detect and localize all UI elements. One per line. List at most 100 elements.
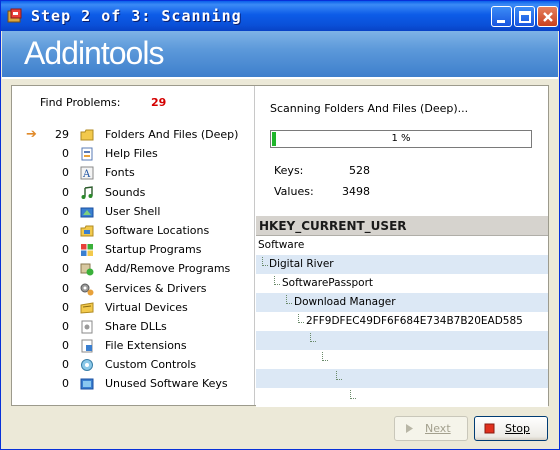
font-icon: A — [80, 166, 94, 180]
category-row-virtual-devices: 0 Virtual Devices — [12, 299, 255, 318]
tree-connector — [286, 295, 292, 304]
values-value: 3498 — [342, 185, 370, 198]
category-row-file-extensions: 0 File Extensions — [12, 337, 255, 356]
current-item-arrow-icon: ➔ — [26, 127, 37, 142]
category-row-help-files: 0 Help Files — [12, 145, 255, 164]
window-title: Step 2 of 3: Scanning — [31, 7, 242, 25]
category-count: 0 — [62, 300, 69, 314]
add-remove-icon — [80, 263, 94, 276]
stop-button[interactable]: Stop — [474, 416, 548, 441]
values-label: Values: — [274, 185, 314, 198]
next-button-label: Next — [425, 422, 451, 435]
category-count: 0 — [62, 339, 69, 353]
category-label: Share DLLs — [105, 319, 167, 333]
user-shell-icon — [80, 207, 94, 218]
header-banner: Addintools — [2, 31, 558, 79]
registry-key-label: Download Manager — [294, 296, 396, 308]
category-count: 0 — [62, 243, 69, 257]
stop-icon — [484, 423, 495, 434]
category-row-software-locations: 0 Software Locations — [12, 222, 255, 241]
keys-label: Keys: — [274, 164, 304, 177]
progress-text: 1 % — [391, 133, 411, 144]
category-row-custom-controls: 0 Custom Controls — [12, 356, 255, 375]
scan-progress-bar: 1 % — [270, 130, 532, 148]
content-panel: Find Problems: 29 ➔ 29 Folders And Files… — [11, 85, 549, 407]
next-arrow-icon — [406, 424, 413, 433]
category-label: Virtual Devices — [105, 300, 188, 314]
tree-connector — [298, 314, 304, 323]
category-count: 0 — [62, 166, 69, 180]
banner-title: Addintools — [24, 35, 164, 71]
close-button[interactable] — [537, 6, 558, 27]
category-count: 0 — [62, 223, 69, 237]
dll-icon — [81, 320, 93, 334]
registry-key-label: SoftwarePassport — [282, 277, 374, 289]
category-count: 0 — [62, 185, 69, 199]
category-row-startup-programs: 0 Startup Programs — [12, 241, 255, 260]
find-problems-count: 29 — [151, 96, 167, 109]
category-label: Unused Software Keys — [105, 377, 228, 391]
wizard-window: Step 2 of 3: Scanning Addintools Find Pr… — [0, 0, 560, 450]
category-count: 29 — [55, 128, 69, 141]
category-row-fonts: 0 A Fonts — [12, 164, 255, 183]
virtual-device-icon — [80, 302, 94, 314]
stop-button-label: Stop — [505, 422, 531, 435]
keys-value: 528 — [349, 164, 370, 177]
tree-connector — [336, 371, 342, 380]
find-problems-label: Find Problems: — [40, 96, 121, 109]
app-icon — [7, 8, 22, 23]
category-label: Fonts — [105, 166, 135, 180]
registry-tree-row[interactable] — [256, 388, 548, 407]
help-file-icon — [81, 147, 93, 161]
registry-tree[interactable]: Software Digital River SoftwarePassport … — [256, 236, 548, 407]
next-button[interactable]: Next — [394, 416, 468, 441]
registry-tree-row[interactable]: Download Manager — [256, 293, 548, 312]
category-count: 0 — [62, 377, 69, 391]
category-count: 0 — [62, 147, 69, 161]
category-row-unused-software-keys: 0 Unused Software Keys — [12, 375, 255, 394]
scan-status-text: Scanning Folders And Files (Deep)... — [270, 102, 469, 115]
category-label: File Extensions — [105, 339, 187, 353]
category-label: Sounds — [105, 185, 146, 199]
tree-connector — [262, 257, 268, 266]
registry-key-label: 2FF9DFEC49DF6F684E734B7B20EAD585 — [306, 315, 523, 327]
category-label: User Shell — [105, 204, 161, 218]
minimize-icon — [497, 20, 505, 23]
scan-details-panel: Scanning Folders And Files (Deep)... 1 %… — [256, 86, 548, 407]
category-count: 0 — [62, 281, 69, 295]
category-count: 0 — [62, 262, 69, 276]
registry-tree-row[interactable] — [256, 331, 548, 350]
category-label: Software Locations — [105, 223, 210, 237]
tree-connector — [322, 352, 328, 361]
software-key-icon — [80, 378, 94, 390]
registry-key-label: Software — [258, 239, 305, 251]
category-list-panel: Find Problems: 29 ➔ 29 Folders And Files… — [12, 86, 255, 405]
category-count: 0 — [62, 204, 69, 218]
category-list: ➔ 29 Folders And Files (Deep) 0 Help Fil… — [12, 126, 255, 395]
registry-tree-row[interactable]: SoftwarePassport — [256, 274, 548, 293]
close-icon — [543, 12, 553, 22]
registry-tree-row[interactable] — [256, 350, 548, 369]
custom-control-icon — [81, 359, 93, 372]
registry-tree-row[interactable]: Digital River — [256, 255, 548, 274]
services-icon — [80, 283, 94, 295]
registry-hive-header: HKEY_CURRENT_USER — [256, 216, 548, 236]
category-label: Help Files — [105, 147, 158, 161]
maximize-button[interactable] — [514, 6, 535, 27]
title-bar[interactable]: Step 2 of 3: Scanning — [1, 1, 559, 31]
category-label: Add/Remove Programs — [105, 262, 231, 276]
file-extension-icon — [81, 339, 93, 353]
minimize-button[interactable] — [491, 6, 512, 27]
category-label: Startup Programs — [105, 243, 202, 257]
svg-text:A: A — [82, 169, 91, 180]
registry-key-label: Digital River — [269, 258, 334, 270]
registry-tree-row[interactable]: 2FF9DFEC49DF6F684E734B7B20EAD585 — [256, 312, 548, 331]
category-row-services-drivers: 0 Services & Drivers — [12, 280, 255, 299]
category-row-folders-and-files: ➔ 29 Folders And Files (Deep) — [12, 126, 255, 145]
startup-icon — [81, 244, 93, 257]
category-count: 0 — [62, 319, 69, 333]
registry-tree-row[interactable] — [256, 369, 548, 388]
software-location-icon — [80, 225, 94, 237]
folder-icon — [80, 129, 94, 141]
registry-tree-row[interactable]: Software — [256, 236, 548, 255]
